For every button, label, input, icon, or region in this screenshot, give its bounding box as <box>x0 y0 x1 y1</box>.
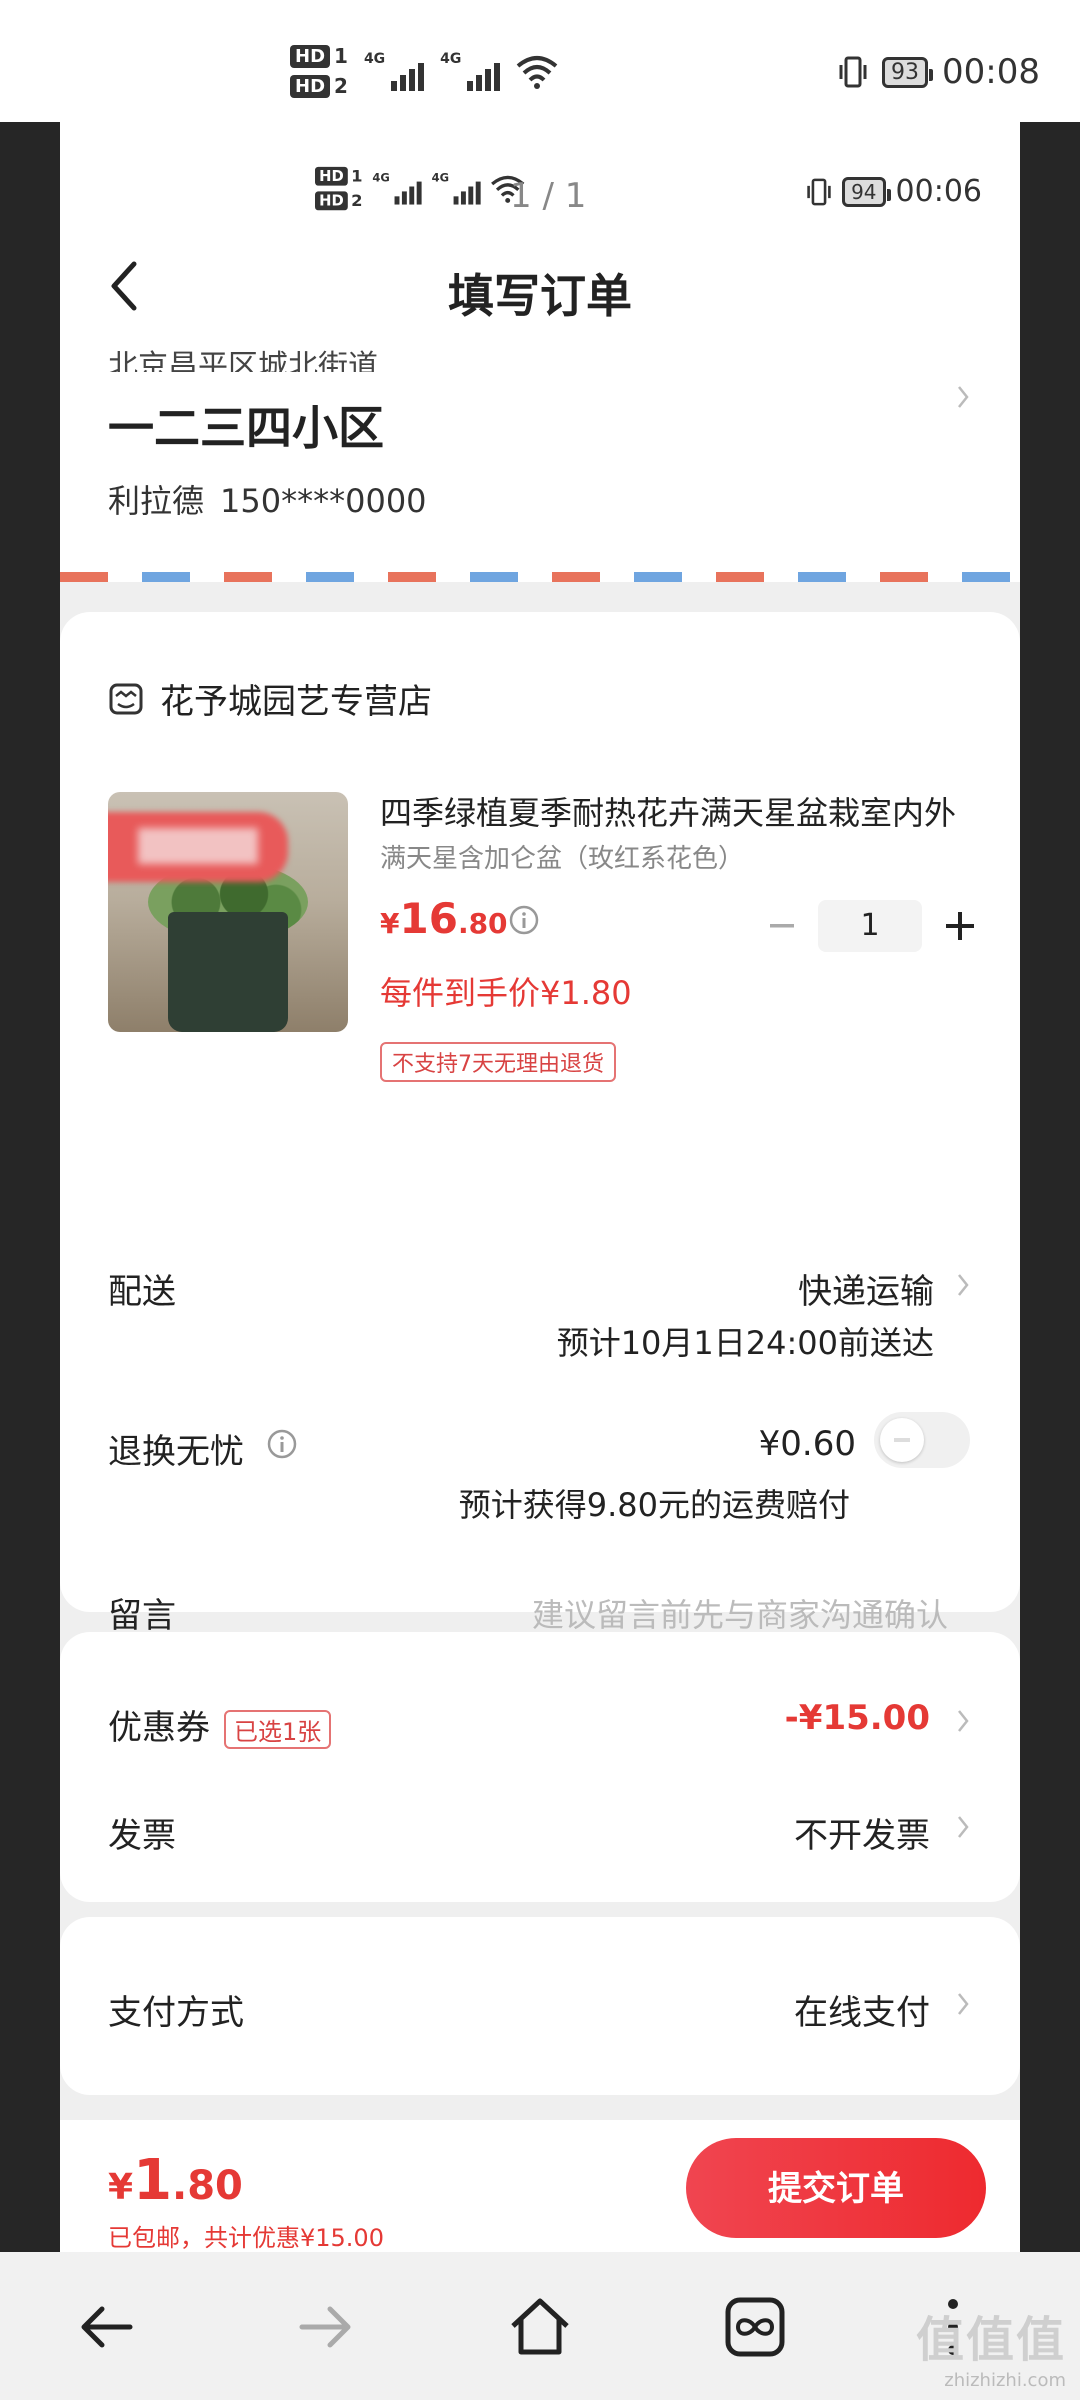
back-arrow-icon[interactable] <box>72 2292 142 2362</box>
hd-badge: HD <box>290 44 331 68</box>
payment-method[interactable]: 在线支付 <box>794 1985 930 2034</box>
background-page-left <box>0 122 60 2252</box>
battery-icon: 94 <box>842 176 892 207</box>
plus-button[interactable] <box>934 900 984 952</box>
total-note: 已包邮，共计优惠¥15.00 <box>108 2218 384 2252</box>
coupon-row[interactable]: 优惠券 已选1张 <box>108 1700 332 1749</box>
outer-status-bar: HD 1 HD 2 4G 4G 93 00:08 <box>0 0 1080 122</box>
recipient-phone: 150****0000 <box>220 482 427 520</box>
payment-label: 支付方式 <box>108 1993 244 2033</box>
checkout-bar: ¥1.80 已包邮，共计优惠¥15.00 提交订单 <box>60 2120 1020 2252</box>
coupon-label: 优惠券 <box>108 1708 210 1748</box>
invoice-value[interactable]: 不开发票 <box>794 1808 930 1857</box>
signal-icon: 4G <box>372 172 422 205</box>
submit-order-button[interactable]: 提交订单 <box>686 2138 986 2238</box>
watermark-url: zhizhizhi.com <box>944 2370 1066 2391</box>
return-insurance-price: ¥0.60 <box>758 1424 856 1464</box>
delivery-label: 配送 <box>108 1272 176 1312</box>
inner-status-bar: HD 1 HD 2 4G 4G 1 / 1 94 00:06 <box>60 122 1020 222</box>
page-header: 填写订单 <box>60 222 1020 350</box>
store-icon <box>109 683 143 714</box>
watermark-logo: 值值值 <box>915 2312 1066 2368</box>
discount-note: 共计优惠¥15.00 <box>204 2224 384 2252</box>
airmail-divider <box>60 572 1020 582</box>
hd-badge: HD <box>290 74 331 98</box>
message-input[interactable]: 建议留言前先与商家沟通确认 <box>532 1590 948 1636</box>
browser-nav-bar: 值值值 zhizhizhi.com <box>0 2252 1080 2400</box>
quantity-stepper: 1 <box>756 900 984 952</box>
address-contact: 利拉德 150****0000 <box>108 476 427 522</box>
return-insurance-label: 退换无忧 <box>108 1432 244 1472</box>
product-price: ¥16.80 <box>380 894 508 943</box>
address-name: 一二三四小区 <box>108 401 384 455</box>
return-insurance-note: 预计获得9.80元的运费赔付 <box>458 1486 850 1524</box>
payment-card: 支付方式 在线支付 <box>60 1917 1020 2095</box>
order-page: HD 1 HD 2 4G 4G 1 / 1 94 00:06 填写订单 北京昌平区城… <box>60 122 1020 2252</box>
delivery-eta: 预计10月1日24:00前送达 <box>556 1324 934 1362</box>
discount-card: 优惠券 已选1张 -¥15.00 发票 不开发票 <box>60 1632 1020 1902</box>
home-icon[interactable] <box>505 2292 575 2362</box>
shipping-note: 已包邮， <box>108 2224 204 2252</box>
signal-icon: 4G <box>440 51 501 91</box>
outer-clock: 00:08 <box>942 52 1040 92</box>
forward-arrow-icon[interactable] <box>290 2292 360 2362</box>
page-indicator: 1 / 1 <box>510 176 587 216</box>
address-line: 北京昌平区城北街道 <box>108 349 378 372</box>
coupon-selected-badge: 已选1张 <box>224 1710 332 1749</box>
minus-button[interactable] <box>756 900 806 952</box>
inner-clock: 00:06 <box>895 174 982 209</box>
vibrate-icon <box>807 178 831 205</box>
delivery-method[interactable]: 快递运输 <box>798 1264 934 1313</box>
battery-icon: 93 <box>882 56 934 88</box>
page-title: 填写订单 <box>448 269 632 323</box>
unit-price: 每件到手价¥1.80 <box>380 974 632 1012</box>
signal-icon: 4G <box>432 172 481 205</box>
tabs-icon[interactable] <box>720 2292 790 2362</box>
product-image[interactable] <box>108 792 348 1032</box>
quantity-value[interactable]: 1 <box>818 900 922 952</box>
coupon-value[interactable]: -¥15.00 <box>785 1698 930 1738</box>
message-label: 留言 <box>108 1596 176 1636</box>
watermark: 值值值 zhizhizhi.com <box>916 2300 1066 2391</box>
store-name: 花予城园艺专营店 <box>160 682 432 722</box>
chevron-right-icon <box>958 1993 969 2015</box>
chevron-right-icon <box>958 386 969 408</box>
return-policy-badge: 不支持7天无理由退货 <box>380 1042 616 1082</box>
background-page-right <box>1020 122 1080 2252</box>
chevron-right-icon <box>958 1816 969 1838</box>
recipient-name: 利拉德 <box>108 482 205 520</box>
total-price: ¥1.80 <box>108 2148 243 2213</box>
outer-network-indicators: HD 1 HD 2 4G 4G <box>290 44 558 98</box>
store-card: 花予城园艺专营店 四季绿植夏季耐热花卉满天星盆栽室内外 满天星含加仑盆（玫红系花… <box>60 612 1020 1636</box>
product-title[interactable]: 四季绿植夏季耐热花卉满天星盆栽室内外 <box>380 788 980 834</box>
product-spec[interactable]: 满天星含加仑盆（玫红系花色） <box>380 838 744 875</box>
invoice-label: 发票 <box>108 1816 176 1856</box>
address-card[interactable]: 北京昌平区城北街道 一二三四小区 利拉德 150****0000 <box>60 349 1020 572</box>
store-header[interactable]: 花予城园艺专营店 <box>108 674 432 723</box>
signal-icon: 4G <box>364 51 425 91</box>
vibrate-icon <box>839 56 867 88</box>
return-insurance-toggle[interactable] <box>874 1412 970 1468</box>
chevron-right-icon <box>958 1274 969 1296</box>
chevron-right-icon <box>958 1710 969 1732</box>
info-icon[interactable] <box>508 904 540 936</box>
wifi-icon <box>517 56 558 89</box>
info-icon[interactable] <box>266 1428 298 1460</box>
